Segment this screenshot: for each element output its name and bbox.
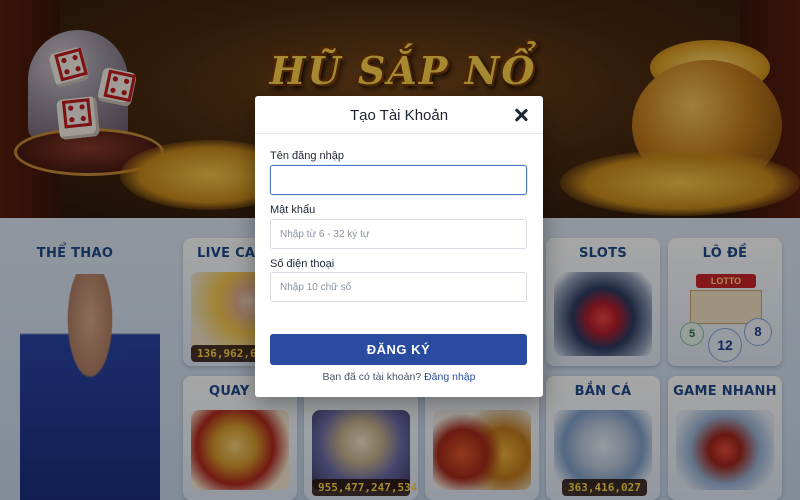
login-link[interactable]: Đăng nhập [424,371,475,383]
login-prompt-text: Bạn đã có tài khoản? [322,371,422,383]
username-input[interactable] [270,165,527,195]
register-button[interactable]: ĐĂNG KÝ [270,334,527,365]
register-modal: Tạo Tài Khoản Tên đăng nhập Mật khẩu Số … [255,96,543,397]
password-label: Mật khẩu [270,204,316,216]
modal-header: Tạo Tài Khoản [255,96,543,134]
modal-title: Tạo Tài Khoản [349,107,449,124]
login-prompt: Bạn đã có tài khoản? Đăng nhập [255,371,543,383]
username-label: Tên đăng nhập [270,150,345,162]
close-icon[interactable] [511,105,531,125]
phone-input[interactable] [270,272,527,302]
password-input[interactable] [270,219,527,249]
phone-label: Số điện thoại [270,258,335,270]
